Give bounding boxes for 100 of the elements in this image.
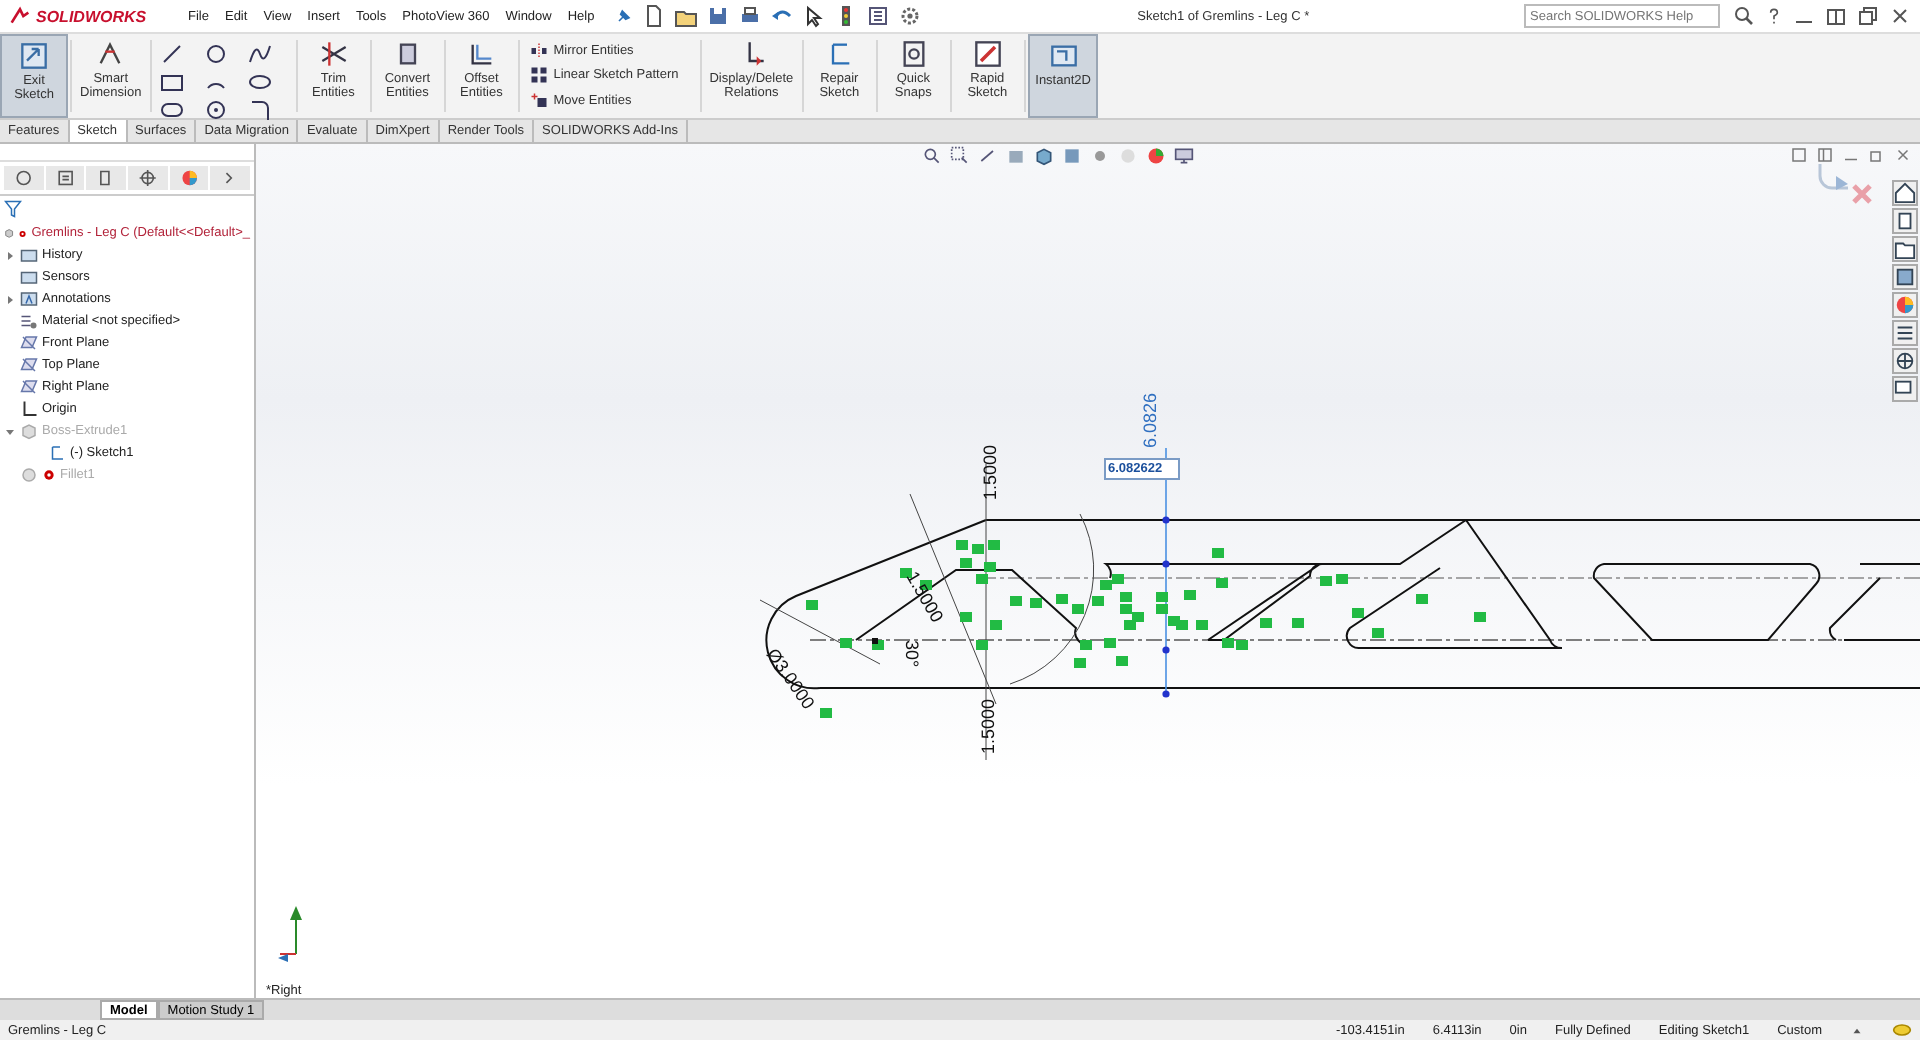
- edit-appearance-icon[interactable]: [1146, 146, 1166, 166]
- relation-marker[interactable]: [990, 620, 1002, 630]
- relation-marker[interactable]: [976, 574, 988, 584]
- relation-marker[interactable]: [1336, 574, 1348, 584]
- relation-marker[interactable]: [1216, 578, 1228, 588]
- filter-icon[interactable]: [4, 200, 22, 218]
- help-icon[interactable]: [1764, 4, 1784, 28]
- new-document-icon[interactable]: [642, 4, 667, 28]
- relation-marker[interactable]: [960, 612, 972, 622]
- relation-marker[interactable]: [1352, 608, 1364, 618]
- confirmation-corner-icon[interactable]: [1818, 164, 1873, 205]
- relation-marker[interactable]: [1116, 656, 1128, 666]
- pin-icon[interactable]: [614, 6, 635, 26]
- dimension-label[interactable]: 1.5000: [980, 444, 1000, 500]
- rectangle-icon[interactable]: [159, 70, 184, 94]
- list-icon[interactable]: [1892, 320, 1918, 346]
- property-list-icon[interactable]: [45, 166, 85, 190]
- relation-marker[interactable]: [820, 708, 832, 718]
- relation-marker[interactable]: [806, 600, 818, 610]
- relation-marker[interactable]: [988, 540, 1000, 550]
- collapsed-arrow-icon[interactable]: [4, 249, 16, 261]
- dimension-label[interactable]: 1.5000: [978, 698, 998, 754]
- crosshair-icon[interactable]: [128, 166, 168, 190]
- relation-marker[interactable]: [920, 580, 932, 590]
- globe-icon[interactable]: [1892, 348, 1918, 374]
- relation-marker[interactable]: [1222, 638, 1234, 648]
- zoom-icon[interactable]: [922, 146, 942, 166]
- appearance-icon[interactable]: [169, 166, 209, 190]
- select-pointer-icon[interactable]: [802, 4, 827, 28]
- feature-tree-icon[interactable]: [4, 166, 44, 190]
- fillet-icon[interactable]: [247, 98, 272, 122]
- folder-icon[interactable]: [1892, 236, 1918, 262]
- close-icon[interactable]: [1894, 146, 1912, 164]
- relation-marker[interactable]: [960, 558, 972, 568]
- home-icon[interactable]: [1892, 180, 1918, 206]
- section-view-icon[interactable]: [1006, 146, 1026, 166]
- relation-marker[interactable]: [1104, 638, 1116, 648]
- relation-marker[interactable]: [1372, 628, 1384, 638]
- slot-icon[interactable]: [159, 98, 184, 122]
- relation-marker[interactable]: [840, 638, 852, 648]
- dimension-label[interactable]: 30°: [902, 640, 922, 668]
- palette-icon[interactable]: [1892, 264, 1918, 290]
- relation-marker[interactable]: [1236, 640, 1248, 650]
- relation-marker[interactable]: [1100, 580, 1112, 590]
- sketch-drawing[interactable]: [759, 447, 1920, 761]
- rebuild-icon[interactable]: [1892, 1020, 1912, 1040]
- hide-show-icon[interactable]: [1090, 146, 1110, 166]
- line-icon[interactable]: [159, 42, 184, 66]
- relation-marker[interactable]: [1124, 620, 1136, 630]
- relation-marker[interactable]: [1156, 592, 1168, 602]
- file-properties-icon[interactable]: [866, 4, 891, 28]
- relation-marker[interactable]: [1292, 618, 1304, 628]
- relation-marker[interactable]: [1184, 590, 1196, 600]
- tile-windows-icon[interactable]: [1824, 4, 1848, 28]
- relation-marker[interactable]: [1120, 592, 1132, 602]
- relation-marker[interactable]: [1074, 658, 1086, 668]
- chevron-right-icon[interactable]: [210, 166, 251, 190]
- relation-marker[interactable]: [1056, 594, 1068, 604]
- logo-icon: [8, 6, 32, 26]
- search-icon[interactable]: [1732, 4, 1756, 28]
- monitor-icon[interactable]: [1174, 146, 1194, 166]
- restore-icon[interactable]: [1856, 4, 1880, 28]
- polygon-icon[interactable]: [203, 98, 228, 122]
- zoom-area-icon[interactable]: [950, 146, 970, 166]
- ellipse-icon[interactable]: [247, 70, 272, 94]
- save-icon[interactable]: [706, 4, 731, 28]
- spline-icon[interactable]: [247, 42, 272, 66]
- dimension-label[interactable]: 6.0826: [1140, 392, 1160, 448]
- circle-icon[interactable]: [203, 42, 228, 66]
- relation-marker[interactable]: [984, 562, 996, 572]
- collapsed-arrow-icon[interactable]: [4, 293, 16, 305]
- close-icon[interactable]: [1888, 4, 1912, 28]
- relation-marker[interactable]: [1156, 604, 1168, 614]
- relation-marker[interactable]: [1112, 574, 1124, 584]
- settings-icon[interactable]: [898, 4, 923, 28]
- relation-marker[interactable]: [1474, 612, 1486, 622]
- relation-marker[interactable]: [1132, 612, 1144, 622]
- relation-marker[interactable]: [1092, 596, 1104, 606]
- relation-marker[interactable]: [956, 540, 968, 550]
- relation-marker[interactable]: [1030, 598, 1042, 608]
- print-icon[interactable]: [738, 4, 763, 28]
- configuration-icon[interactable]: [86, 166, 127, 190]
- relation-marker[interactable]: [976, 640, 988, 650]
- tile-icon[interactable]: [1790, 146, 1808, 164]
- relation-marker[interactable]: [1072, 604, 1084, 614]
- relation-marker[interactable]: [1168, 616, 1180, 626]
- relation-marker[interactable]: [1320, 576, 1332, 586]
- relation-marker[interactable]: [1010, 596, 1022, 606]
- previous-view-icon[interactable]: [978, 146, 998, 166]
- parts-icon[interactable]: [1892, 208, 1918, 234]
- relation-marker[interactable]: [1260, 618, 1272, 628]
- relation-marker[interactable]: [1416, 594, 1428, 604]
- display-style-icon[interactable]: [1062, 146, 1082, 166]
- relation-marker[interactable]: [972, 544, 984, 554]
- relation-marker[interactable]: [1212, 548, 1224, 558]
- chat-icon[interactable]: [1892, 376, 1918, 402]
- relation-marker[interactable]: [1080, 640, 1092, 650]
- relation-marker[interactable]: [1120, 604, 1132, 614]
- panel-icon[interactable]: [1816, 146, 1834, 164]
- relation-marker[interactable]: [1196, 620, 1208, 630]
